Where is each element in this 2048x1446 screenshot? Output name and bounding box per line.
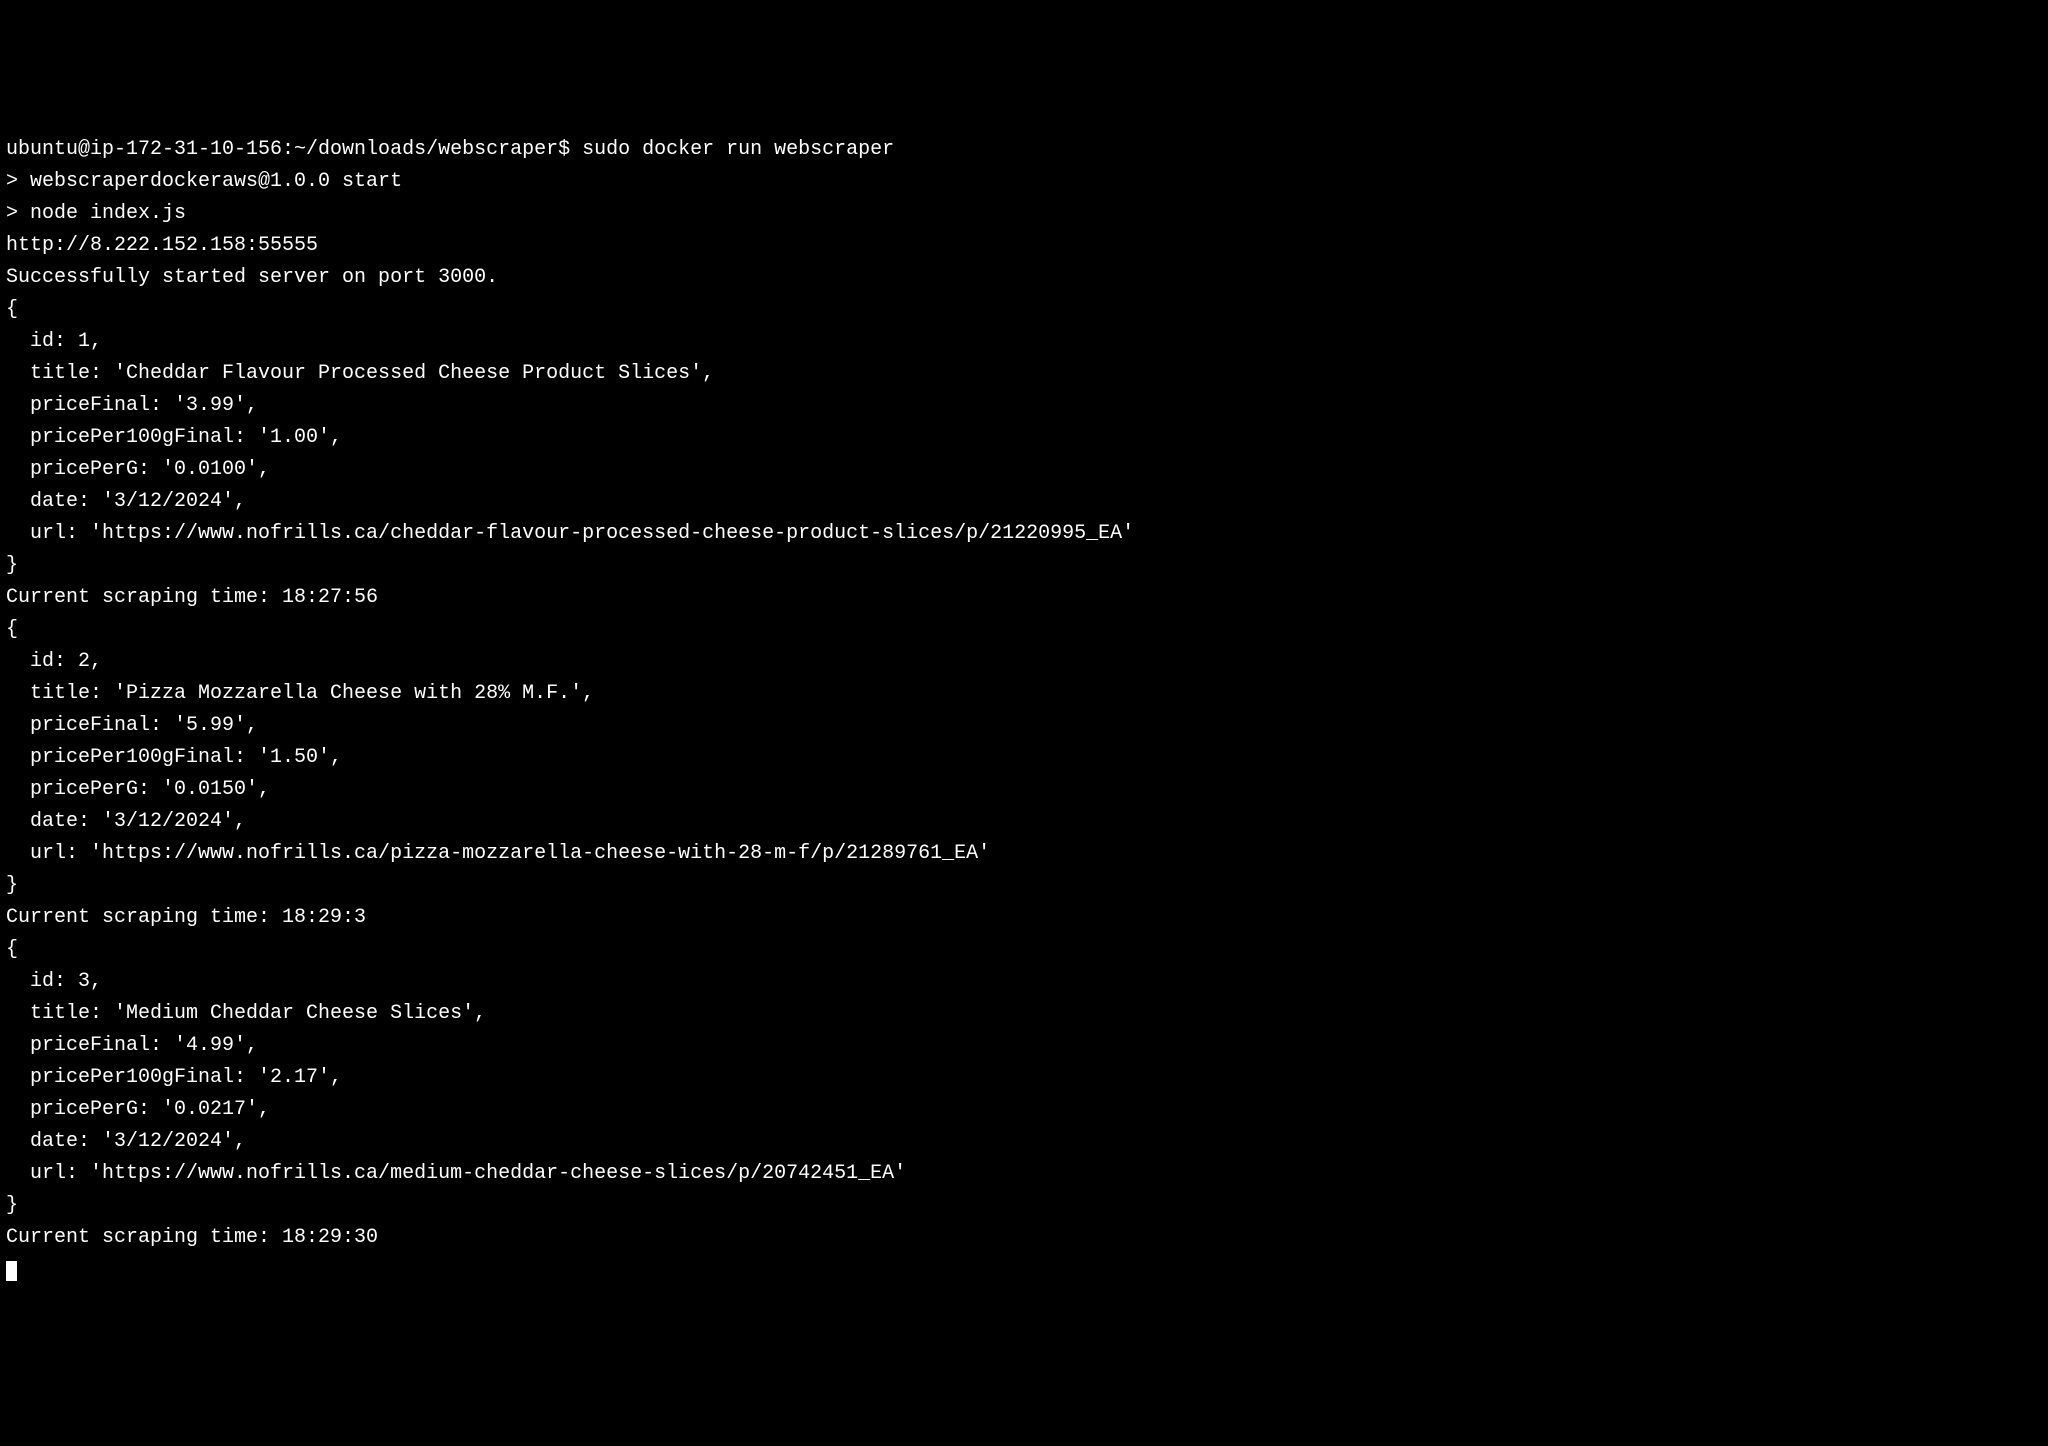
terminal-line: priceFinal: '5.99',: [6, 710, 2042, 742]
terminal-line: pricePer100gFinal: '1.50',: [6, 742, 2042, 774]
terminal-line: url: 'https://www.nofrills.ca/pizza-mozz…: [6, 838, 2042, 870]
terminal-line: Current scraping time: 18:29:30: [6, 1222, 2042, 1254]
terminal-line: date: '3/12/2024',: [6, 806, 2042, 838]
terminal-line: pricePerG: '0.0100',: [6, 454, 2042, 486]
terminal-line: {: [6, 934, 2042, 966]
terminal-line: pricePer100gFinal: '2.17',: [6, 1062, 2042, 1094]
terminal-line: }: [6, 550, 2042, 582]
terminal-line: priceFinal: '4.99',: [6, 1030, 2042, 1062]
terminal-line: pricePer100gFinal: '1.00',: [6, 422, 2042, 454]
terminal-line: date: '3/12/2024',: [6, 1126, 2042, 1158]
terminal-line: url: 'https://www.nofrills.ca/medium-che…: [6, 1158, 2042, 1190]
terminal-line: pricePerG: '0.0217',: [6, 1094, 2042, 1126]
terminal-line: date: '3/12/2024',: [6, 486, 2042, 518]
terminal-cursor-line[interactable]: [6, 1254, 2042, 1286]
terminal-line: title: 'Medium Cheddar Cheese Slices',: [6, 998, 2042, 1030]
terminal-line: > webscraperdockeraws@1.0.0 start: [6, 166, 2042, 198]
terminal-line: > node index.js: [6, 198, 2042, 230]
terminal-line: {: [6, 614, 2042, 646]
terminal-line: {: [6, 294, 2042, 326]
terminal-line: title: 'Pizza Mozzarella Cheese with 28%…: [6, 678, 2042, 710]
terminal-line: priceFinal: '3.99',: [6, 390, 2042, 422]
cursor-icon: [6, 1261, 17, 1281]
terminal-line: id: 2,: [6, 646, 2042, 678]
terminal-line: Successfully started server on port 3000…: [6, 262, 2042, 294]
terminal-output[interactable]: ubuntu@ip-172-31-10-156:~/downloads/webs…: [6, 134, 2042, 1286]
terminal-line: }: [6, 1190, 2042, 1222]
terminal-line: Current scraping time: 18:27:56: [6, 582, 2042, 614]
terminal-line: http://8.222.152.158:55555: [6, 230, 2042, 262]
terminal-line: pricePerG: '0.0150',: [6, 774, 2042, 806]
terminal-line: Current scraping time: 18:29:3: [6, 902, 2042, 934]
terminal-line: ubuntu@ip-172-31-10-156:~/downloads/webs…: [6, 134, 2042, 166]
terminal-line: title: 'Cheddar Flavour Processed Cheese…: [6, 358, 2042, 390]
terminal-line: url: 'https://www.nofrills.ca/cheddar-fl…: [6, 518, 2042, 550]
terminal-line: }: [6, 870, 2042, 902]
terminal-line: id: 1,: [6, 326, 2042, 358]
terminal-line: id: 3,: [6, 966, 2042, 998]
